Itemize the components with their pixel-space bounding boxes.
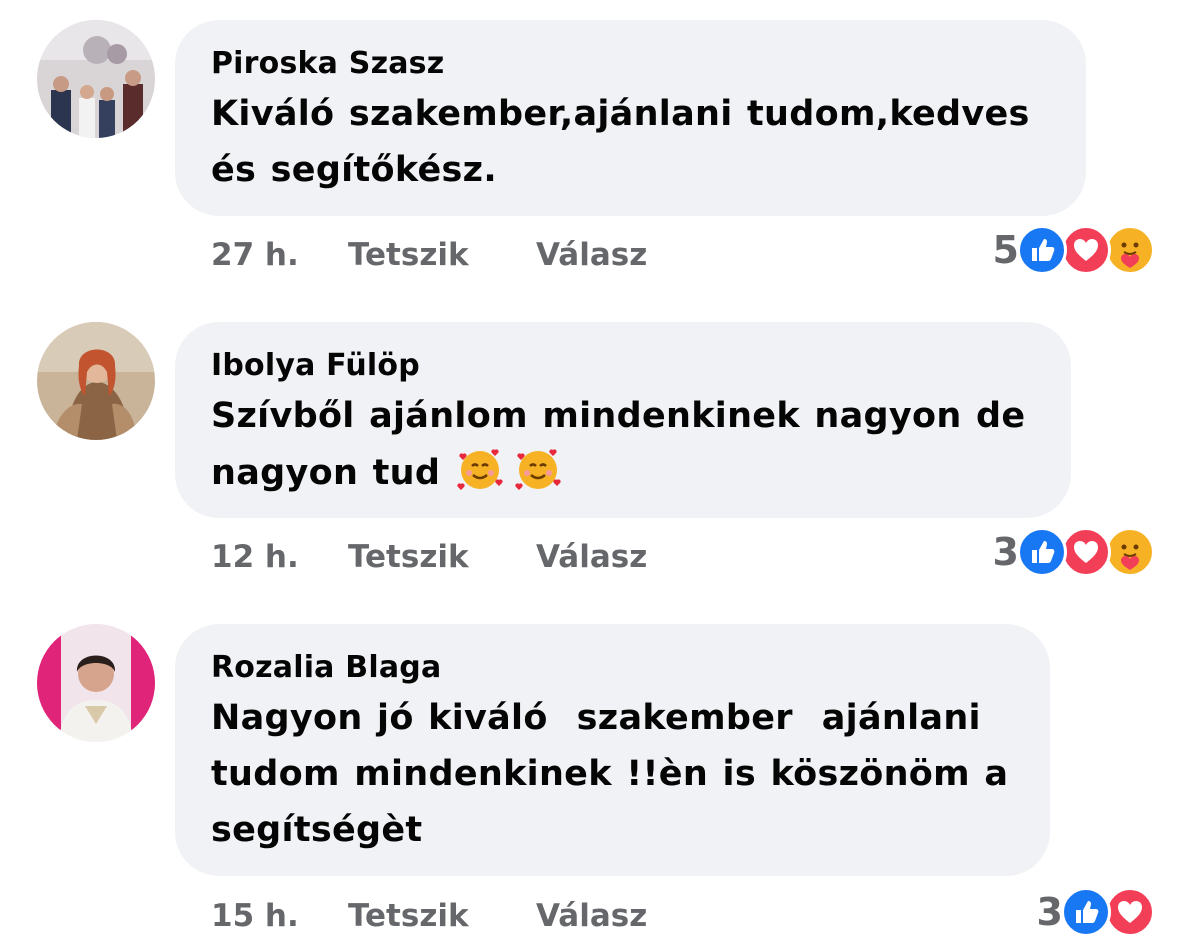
reply-link[interactable]: Válasz [536,898,647,934]
comment-bubble: Piroska Szasz Kiváló szakember,ajánlani … [175,20,1086,216]
like-icon [1017,527,1067,577]
comment-actions: 12 h. Tetszik Válasz [211,538,647,576]
reaction-count: 5 [992,228,1019,272]
comment-author[interactable]: Piroska Szasz [211,46,1050,82]
comment-author[interactable]: Rozalia Blaga [211,650,1014,686]
care-icon [1105,527,1155,577]
reaction-summary[interactable]: 3 [1037,887,1155,937]
like-link[interactable]: Tetszik [348,539,536,575]
comment-time[interactable]: 12 h. [211,539,348,575]
comment-text-body: Szívből ajánlom mindenkinek nagyon de na… [211,396,1026,493]
comment-time[interactable]: 27 h. [211,237,348,273]
like-icon [1061,887,1111,937]
reply-link[interactable]: Válasz [536,539,647,575]
reply-link[interactable]: Válasz [536,237,647,273]
smiling-face-with-hearts-emoji [515,449,561,490]
reaction-summary[interactable]: 3 [993,527,1155,577]
reaction-count: 3 [992,530,1019,574]
love-icon [1061,225,1111,275]
comment-text: Nagyon jó kiváló szakember ajánlani tudo… [211,698,1009,850]
love-icon [1105,887,1155,937]
care-icon [1105,225,1155,275]
comment-bubble: Rozalia Blaga Nagyon jó kiváló szakember… [175,624,1050,876]
comment-actions: 15 h. Tetszik Válasz [211,897,647,935]
comment-author[interactable]: Ibolya Fülöp [211,348,1035,384]
avatar[interactable] [37,20,155,138]
reaction-count: 3 [1036,890,1063,934]
avatar[interactable] [37,322,155,440]
like-link[interactable]: Tetszik [348,237,536,273]
comment-time[interactable]: 15 h. [211,898,348,934]
like-link[interactable]: Tetszik [348,898,536,934]
smiling-face-with-hearts-emoji [457,449,503,490]
comment-actions: 27 h. Tetszik Válasz [211,236,647,274]
like-icon [1017,225,1067,275]
reaction-summary[interactable]: 5 [993,225,1155,275]
comment-text: Szívből ajánlom mindenkinek nagyon de na… [211,388,1035,501]
love-icon [1061,527,1111,577]
comment-bubble: Ibolya Fülöp Szívből ajánlom mindenkinek… [175,322,1071,518]
avatar[interactable] [37,624,155,742]
comment-text: Kiváló szakember,ajánlani tudom,kedves é… [211,94,1030,190]
